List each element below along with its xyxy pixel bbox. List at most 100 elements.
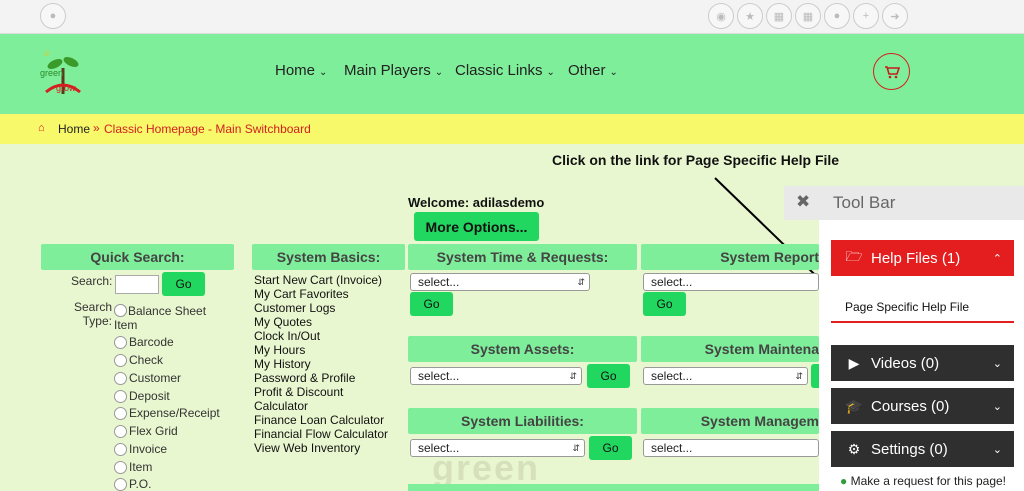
system-time-heading: System Time & Requests: bbox=[408, 244, 637, 270]
system-liabilities-select[interactable]: select... ⇵ bbox=[410, 439, 585, 457]
search-type-balance-sheet[interactable]: Balance Sheet Item bbox=[114, 304, 224, 332]
chevron-down-icon: ⌄ bbox=[992, 357, 1002, 370]
gears-icon: ⚙ bbox=[847, 440, 861, 457]
system-liabilities-go-button[interactable]: Go bbox=[589, 436, 632, 460]
search-type-label: Flex Grid bbox=[129, 424, 178, 438]
select-value: select... bbox=[418, 369, 460, 383]
quick-search-heading: Quick Search: bbox=[41, 244, 234, 270]
search-type-item[interactable]: Item bbox=[114, 460, 152, 474]
search-type-po[interactable]: P.O. bbox=[114, 477, 151, 491]
chevron-down-icon: ⌄ bbox=[992, 443, 1002, 456]
search-type-label: Barcode bbox=[129, 335, 174, 349]
radio-button[interactable] bbox=[114, 477, 127, 491]
search-label: Search: bbox=[71, 274, 113, 288]
select-arrows-icon: ⇵ bbox=[569, 371, 577, 381]
help-files-accordion[interactable]: 🗁 Help Files (1) ⌃ bbox=[831, 240, 1014, 276]
link-start-new-cart[interactable]: Start New Cart (Invoice) bbox=[254, 273, 388, 287]
system-reports-select[interactable]: select... bbox=[643, 273, 819, 291]
system-management-heading: System Managem bbox=[641, 408, 819, 434]
system-assets-select[interactable]: select... ⇵ bbox=[410, 367, 582, 385]
radio-button[interactable] bbox=[114, 442, 127, 456]
search-type-barcode[interactable]: Barcode bbox=[114, 335, 174, 349]
system-assets-heading: System Assets: bbox=[408, 336, 637, 362]
radio-button[interactable] bbox=[114, 460, 127, 474]
link-my-hours[interactable]: My Hours bbox=[254, 343, 388, 357]
search-type-label: Customer bbox=[129, 371, 182, 385]
search-type-label: Expense/Receipt bbox=[129, 406, 220, 420]
chevron-down-icon: ⌄ bbox=[992, 400, 1002, 413]
courses-accordion[interactable]: 🎓 Courses (0) ⌄ bbox=[831, 388, 1014, 424]
welcome-text: Welcome: adilasdemo bbox=[408, 195, 545, 210]
more-options-button[interactable]: More Options... bbox=[414, 212, 539, 241]
link-password-profile[interactable]: Password & Profile bbox=[254, 371, 388, 385]
quick-search-go-button[interactable]: Go bbox=[162, 272, 205, 296]
toolbar-header bbox=[784, 186, 1024, 220]
system-basics-links: Start New Cart (Invoice) My Cart Favorit… bbox=[254, 273, 388, 455]
select-value: select... bbox=[418, 275, 460, 289]
link-profit-discount[interactable]: Profit & Discount bbox=[254, 385, 388, 399]
select-arrows-icon: ⇵ bbox=[572, 443, 580, 453]
chat-bubble-icon: ● bbox=[840, 474, 848, 488]
system-management-select[interactable]: select... bbox=[643, 439, 819, 457]
videos-accordion[interactable]: ▶ Videos (0) ⌄ bbox=[831, 345, 1014, 381]
system-liabilities-heading: System Liabilities: bbox=[408, 408, 637, 434]
search-type-label: Balance Sheet Item bbox=[114, 304, 207, 332]
next-section-heading bbox=[408, 484, 828, 491]
search-type-expense[interactable]: Expense/Receipt bbox=[114, 406, 220, 420]
search-type-label: Item bbox=[129, 460, 153, 474]
link-calculator[interactable]: Calculator bbox=[254, 399, 388, 413]
search-type-invoice[interactable]: Invoice bbox=[114, 442, 167, 456]
link-my-cart-favorites[interactable]: My Cart Favorites bbox=[254, 287, 388, 301]
system-reports-go-button[interactable]: Go bbox=[643, 292, 686, 316]
video-play-icon: ▶ bbox=[848, 354, 860, 371]
chevron-up-icon: ⌃ bbox=[992, 252, 1002, 265]
request-link[interactable]: ● Make a request for this page! bbox=[840, 474, 1006, 488]
search-type-customer[interactable]: Customer bbox=[114, 371, 181, 385]
select-value: select... bbox=[651, 369, 693, 383]
folder-open-icon: 🗁 bbox=[845, 248, 863, 264]
request-label: Make a request for this page! bbox=[850, 474, 1007, 488]
search-type-flex-grid[interactable]: Flex Grid bbox=[114, 424, 178, 438]
system-time-select[interactable]: select... ⇵ bbox=[410, 273, 590, 291]
radio-button[interactable] bbox=[114, 353, 127, 367]
system-assets-go-button[interactable]: Go bbox=[587, 364, 630, 388]
courses-label: Courses (0) bbox=[871, 397, 950, 415]
select-arrows-icon: ⇵ bbox=[577, 277, 585, 287]
radio-button[interactable] bbox=[114, 335, 127, 349]
system-time-go-button[interactable]: Go bbox=[410, 292, 453, 316]
link-view-web-inventory[interactable]: View Web Inventory bbox=[254, 441, 388, 455]
select-arrows-icon: ⇵ bbox=[795, 371, 803, 381]
link-clock-in-out[interactable]: Clock In/Out bbox=[254, 329, 388, 343]
search-type-label: Deposit bbox=[129, 389, 170, 403]
radio-button[interactable] bbox=[114, 406, 127, 420]
link-my-history[interactable]: My History bbox=[254, 357, 388, 371]
select-value: select... bbox=[418, 441, 460, 455]
system-maintenance-go-button[interactable] bbox=[811, 364, 819, 388]
search-type-check[interactable]: Check bbox=[114, 353, 163, 367]
search-type-label: Search Type: bbox=[73, 300, 112, 328]
search-type-deposit[interactable]: Deposit bbox=[114, 389, 170, 403]
system-maintenance-select[interactable]: select... ⇵ bbox=[643, 367, 808, 385]
link-finance-loan-calculator[interactable]: Finance Loan Calculator bbox=[254, 413, 388, 427]
system-reports-heading: System Report bbox=[641, 244, 819, 270]
system-basics-heading: System Basics: bbox=[252, 244, 405, 270]
search-type-label: Invoice bbox=[129, 442, 168, 456]
toolbar-title: Tool Bar bbox=[833, 193, 896, 212]
videos-label: Videos (0) bbox=[871, 354, 940, 372]
link-customer-logs[interactable]: Customer Logs bbox=[254, 301, 388, 315]
radio-button[interactable] bbox=[114, 424, 127, 438]
quick-search-input[interactable] bbox=[115, 275, 159, 294]
system-maintenance-heading: System Maintena bbox=[641, 336, 819, 362]
graduation-cap-icon: 🎓 bbox=[845, 397, 863, 414]
select-value: select... bbox=[651, 275, 693, 289]
link-my-quotes[interactable]: My Quotes bbox=[254, 315, 388, 329]
settings-accordion[interactable]: ⚙ Settings (0) ⌄ bbox=[831, 431, 1014, 467]
radio-button[interactable] bbox=[114, 389, 127, 403]
radio-button[interactable] bbox=[114, 304, 127, 317]
search-type-label: P.O. bbox=[129, 477, 152, 491]
select-value: select... bbox=[651, 441, 693, 455]
page-specific-help-link[interactable]: Page Specific Help File bbox=[845, 300, 969, 314]
radio-button[interactable] bbox=[114, 371, 127, 385]
close-icon[interactable]: ✖ bbox=[796, 192, 810, 212]
link-financial-flow-calculator[interactable]: Financial Flow Calculator bbox=[254, 427, 388, 441]
